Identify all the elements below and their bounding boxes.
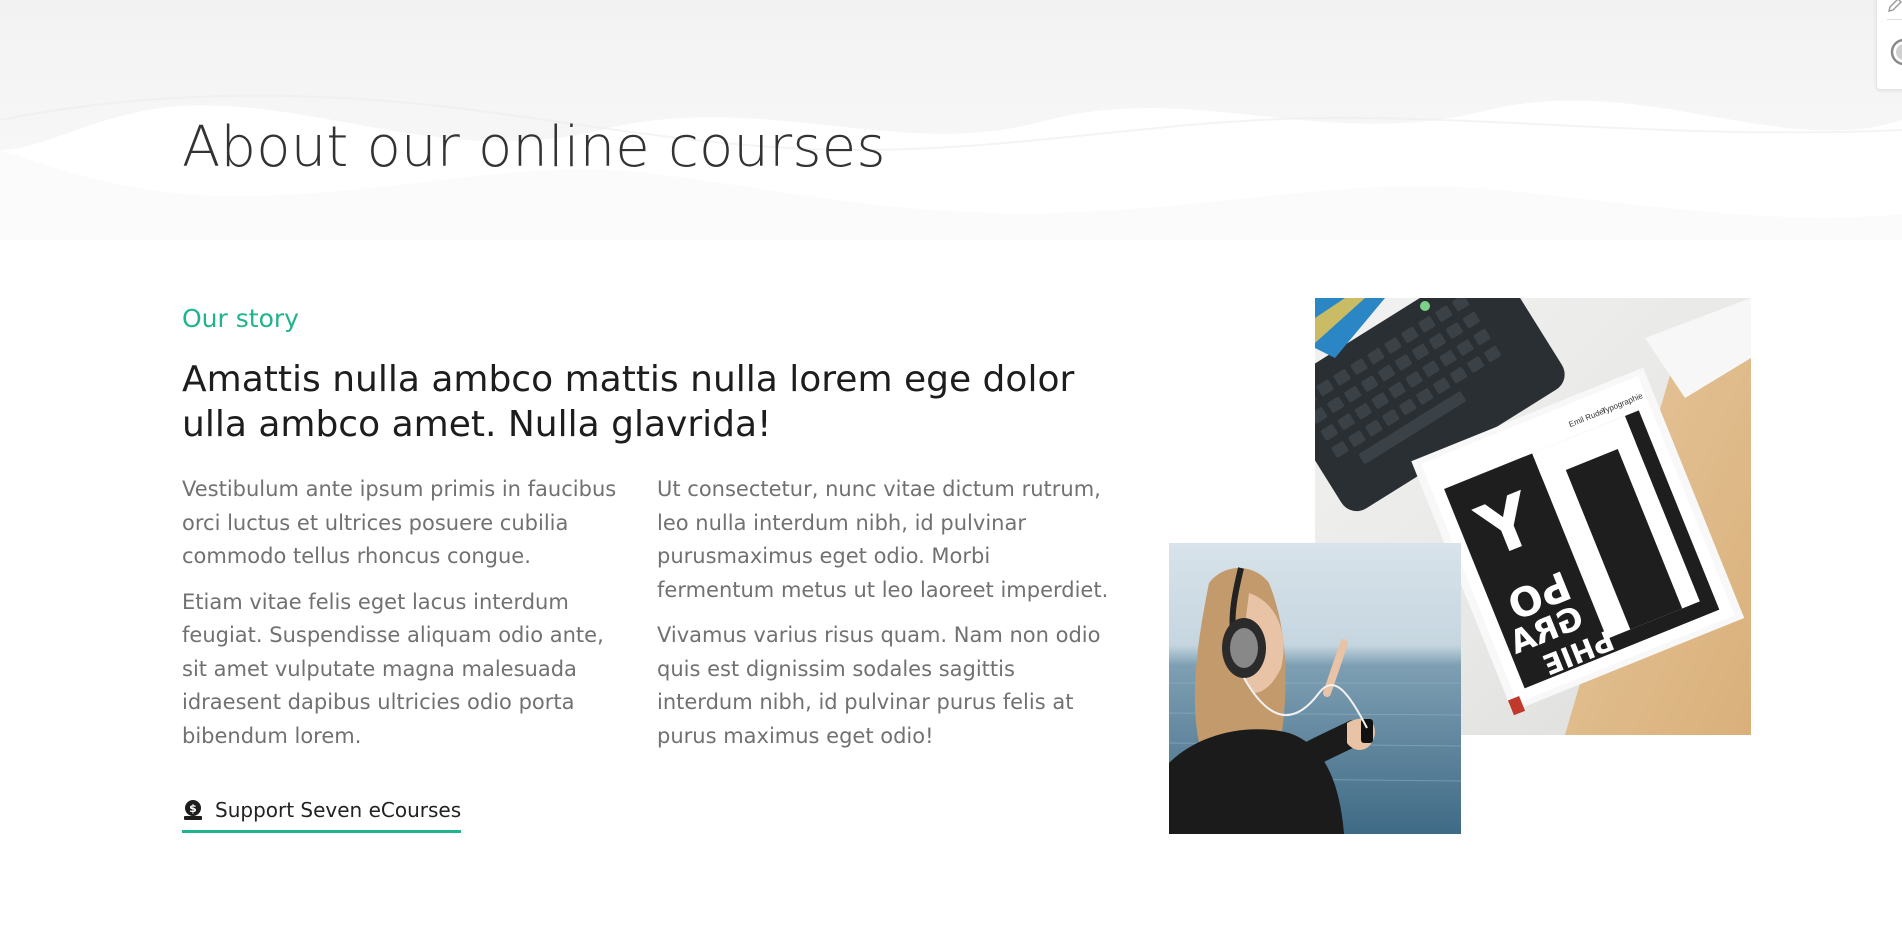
- svg-text:$: $: [189, 802, 197, 815]
- woman-with-headphones-photo: [1169, 543, 1461, 834]
- story-paragraph: Vestibulum ante ipsum primis in faucibus…: [182, 477, 617, 568]
- story-right-column: Ut consectetur, nunc vitae dictum rutrum…: [657, 473, 1113, 765]
- settings-circle-icon[interactable]: [1889, 37, 1902, 67]
- support-link[interactable]: $ Support Seven eCourses: [182, 792, 462, 833]
- story-paragraph: Vivamus varius risus quam. Nam non odio …: [657, 623, 1101, 748]
- donate-icon: $: [184, 800, 202, 820]
- story-eyebrow: Our story: [182, 304, 299, 333]
- story-paragraph: Ut consectetur, nunc vitae dictum rutrum…: [657, 477, 1109, 602]
- story-left-column: Vestibulum ante ipsum primis in faucibus…: [182, 473, 632, 765]
- floating-tools-widget: [1876, 0, 1902, 90]
- story-paragraph: Etiam vitae felis eget lacus interdum fe…: [182, 589, 604, 748]
- support-link-label: Support Seven eCourses: [215, 798, 462, 822]
- story-headline: Amattis nulla ambco mattis nulla lorem e…: [182, 359, 1075, 445]
- page-title: About our online courses: [182, 115, 886, 180]
- edit-icon[interactable]: [1887, 0, 1902, 13]
- widget-divider: [1887, 19, 1902, 20]
